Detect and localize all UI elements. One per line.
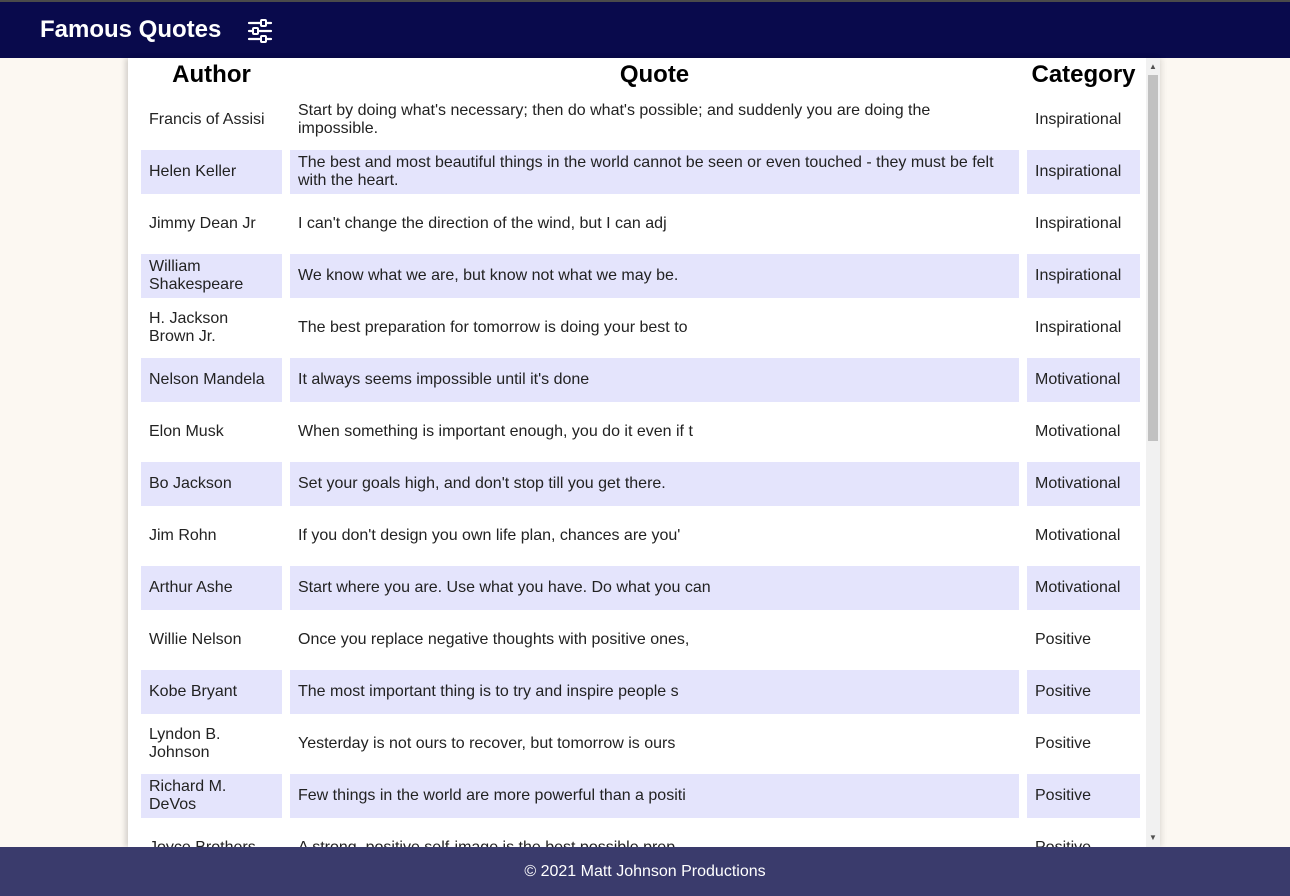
quote-cell: Yesterday is not ours to recover, but to… <box>298 735 676 752</box>
quote-cell: Start by doing what's necessary; then do… <box>298 102 931 137</box>
quote-cell: Few things in the world are more powerfu… <box>290 774 1019 818</box>
sliders-icon <box>247 19 273 43</box>
scroll-up-arrow-icon[interactable]: ▲ <box>1146 60 1160 74</box>
category-cell: Motivational <box>1027 566 1140 610</box>
settings-button[interactable] <box>245 17 275 45</box>
author-cell: Jimmy Dean Jr <box>149 215 256 232</box>
category-cell: Motivational <box>1035 423 1121 440</box>
author-cell: Joyce Brothers <box>141 826 282 847</box>
vertical-scrollbar[interactable]: ▲ ▼ <box>1146 58 1160 847</box>
quote-cell: If you don't design you own life plan, c… <box>298 527 681 544</box>
app-footer: © 2021 Matt Johnson Productions <box>0 847 1290 896</box>
table-row: Joyce Brothers A strong, positive self-im… <box>141 826 1140 847</box>
table-row: Bo Jackson Set your goals high, and don't… <box>141 462 1140 506</box>
author-cell: H. Jackson Brown Jr. <box>149 310 229 345</box>
category-cell: Motivational <box>1027 462 1140 506</box>
quote-cell: When something is important enough, you … <box>298 423 693 440</box>
author-cell: Kobe Bryant <box>141 670 282 714</box>
quotes-table-body: Francis of Assisi Start by doing what's n… <box>141 98 1140 847</box>
quotes-table: Author Quote Category Francis of Assisi S… <box>133 58 1148 847</box>
author-cell: Arthur Ashe <box>141 566 282 610</box>
table-row: Willie Nelson Once you replace negative t… <box>141 618 1140 662</box>
quote-cell: I can't change the direction of the wind… <box>298 215 667 232</box>
quote-cell: We know what we are, but know not what w… <box>290 254 1019 298</box>
table-row: Helen Keller The best and most beautiful … <box>141 150 1140 194</box>
category-cell: Positive <box>1035 631 1092 648</box>
table-row: Nelson Mandela It always seems impossible… <box>141 358 1140 402</box>
table-row: H. Jackson Brown Jr. The best preparation… <box>141 306 1140 350</box>
author-cell: Lyndon B. Johnson <box>149 726 221 761</box>
category-cell: Inspirational <box>1035 215 1122 232</box>
category-cell: Inspirational <box>1035 111 1122 128</box>
category-cell: Motivational <box>1035 527 1121 544</box>
quote-cell: Start where you are. Use what you have. … <box>290 566 1019 610</box>
quote-cell: Once you replace negative thoughts with … <box>298 631 690 648</box>
table-row: Kobe Bryant The most important thing is t… <box>141 670 1140 714</box>
category-cell: Positive <box>1027 774 1140 818</box>
app-title: Famous Quotes <box>40 16 222 43</box>
author-cell: Francis of Assisi <box>149 111 265 128</box>
table-header-row: Author Quote Category <box>141 58 1140 90</box>
quotes-panel: Author Quote Category Francis of Assisi S… <box>128 58 1160 847</box>
quote-cell: The most important thing is to try and i… <box>290 670 1019 714</box>
quote-cell: It always seems impossible until it's do… <box>290 358 1019 402</box>
author-cell: Helen Keller <box>141 150 282 194</box>
table-row: Elon Musk When something is important eno… <box>141 410 1140 454</box>
author-cell: Bo Jackson <box>141 462 282 506</box>
author-cell: Elon Musk <box>149 423 224 440</box>
category-cell: Positive <box>1027 826 1140 847</box>
copyright-text: © 2021 Matt Johnson Productions <box>524 862 766 880</box>
quote-cell: The best preparation for tomorrow is doi… <box>298 319 688 336</box>
category-cell: Motivational <box>1027 358 1140 402</box>
category-cell: Positive <box>1035 735 1092 752</box>
table-row: Jim Rohn If you don't design you own life… <box>141 514 1140 558</box>
table-row: William Shakespeare We know what we are, … <box>141 254 1140 298</box>
column-header-author: Author <box>172 61 251 88</box>
author-cell: William Shakespeare <box>141 254 282 298</box>
quote-cell: A strong, positive self-image is the bes… <box>290 826 1019 847</box>
quote-cell: The best and most beautiful things in th… <box>290 150 1019 194</box>
author-cell: Willie Nelson <box>149 631 242 648</box>
table-row: Lyndon B. Johnson Yesterday is not ours t… <box>141 722 1140 766</box>
scroll-thumb[interactable] <box>1148 75 1158 441</box>
category-cell: Positive <box>1027 670 1140 714</box>
quote-cell: Set your goals high, and don't stop till… <box>290 462 1019 506</box>
author-cell: Nelson Mandela <box>141 358 282 402</box>
author-cell: Richard M. DeVos <box>141 774 282 818</box>
column-header-category: Category <box>1031 61 1136 88</box>
category-cell: Inspirational <box>1027 150 1140 194</box>
table-row: Arthur Ashe Start where you are. Use what… <box>141 566 1140 610</box>
app-header: Famous Quotes <box>0 0 1290 58</box>
table-row: Richard M. DeVos Few things in the world … <box>141 774 1140 818</box>
table-row: Jimmy Dean Jr I can't change the directio… <box>141 202 1140 246</box>
category-cell: Inspirational <box>1027 254 1140 298</box>
table-row: Francis of Assisi Start by doing what's n… <box>141 98 1140 142</box>
category-cell: Inspirational <box>1035 319 1122 336</box>
column-header-quote: Quote <box>619 61 690 88</box>
author-cell: Jim Rohn <box>149 527 217 544</box>
scroll-down-arrow-icon[interactable]: ▼ <box>1146 831 1160 845</box>
